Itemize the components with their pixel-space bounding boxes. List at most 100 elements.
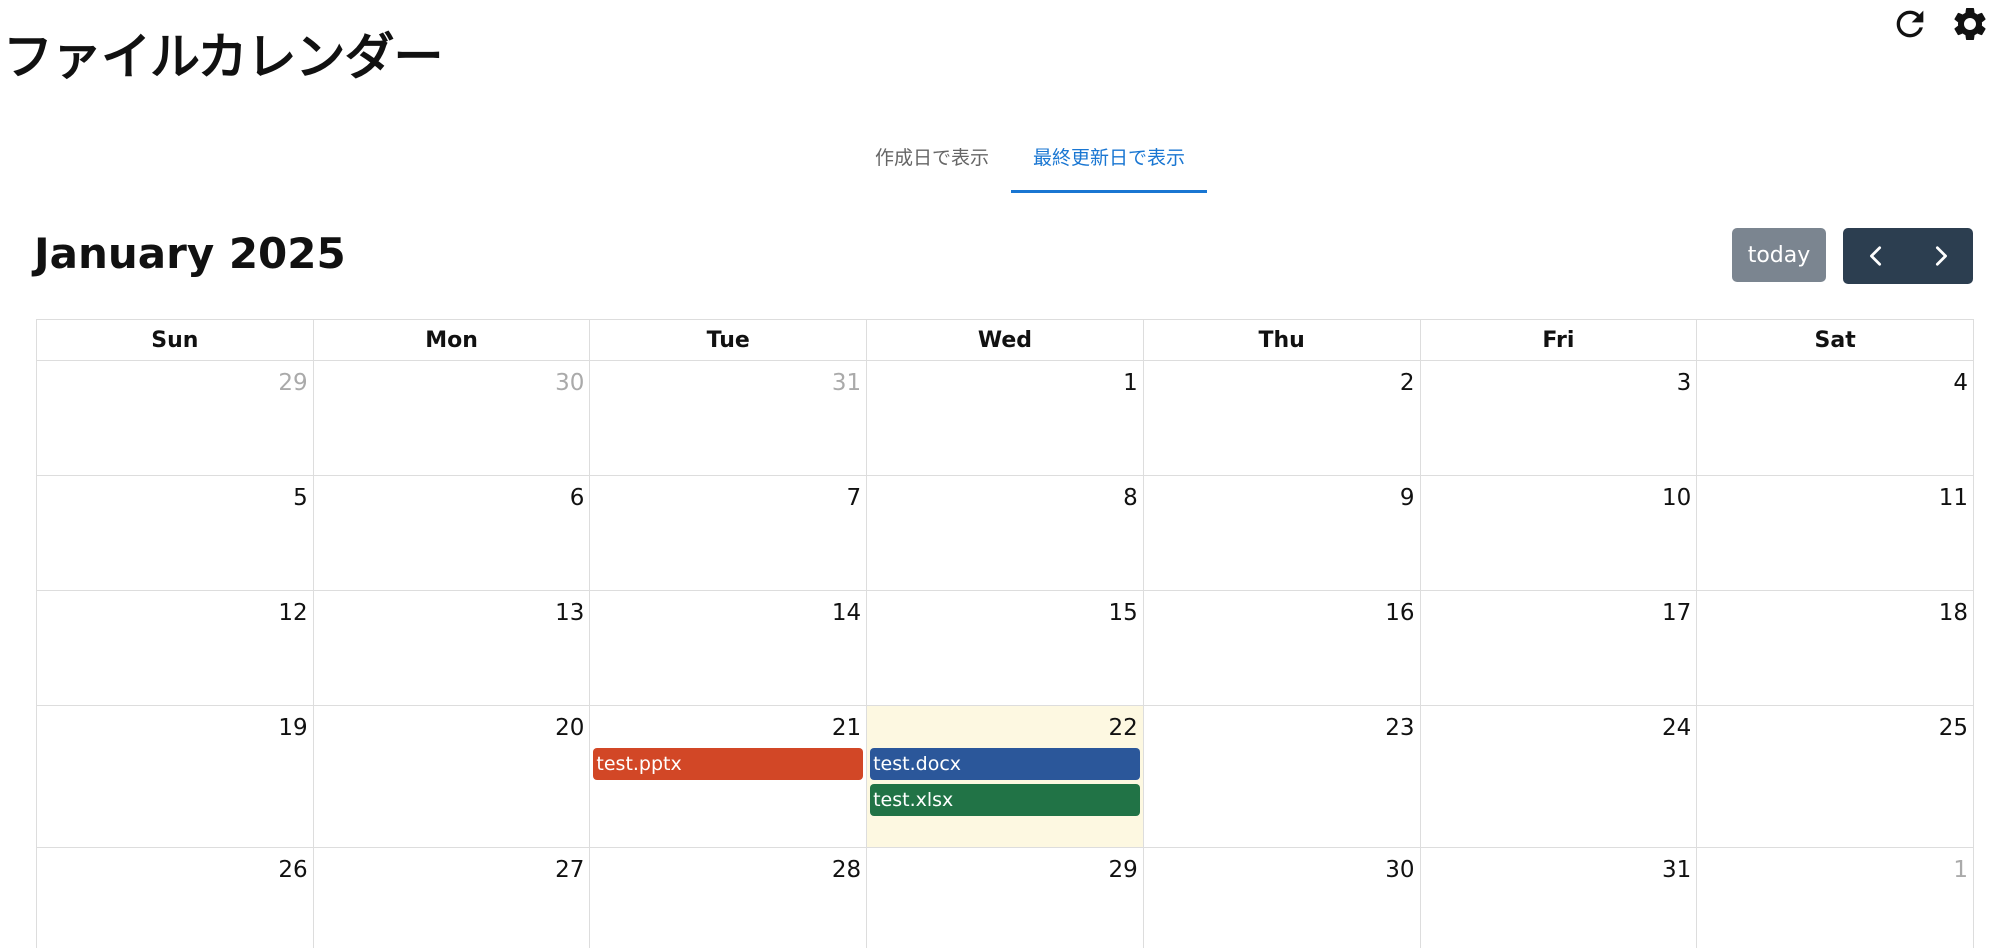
file-event[interactable]: test.pptx [593,748,864,780]
calendar-title: January 2025 [34,229,346,278]
day-number: 8 [1123,485,1138,511]
day-number: 4 [1953,370,1968,396]
day-cell[interactable]: 1 [1696,847,1974,948]
day-cell[interactable]: 9 [1142,475,1421,591]
weekday-header: Sun [36,319,314,361]
weekday-header: Wed [866,319,1144,361]
day-cell[interactable]: 6 [312,475,591,591]
week-row: 26 27 28 29 30 31 1 [36,847,1974,948]
day-number: 13 [555,600,585,626]
day-number: 27 [555,857,585,883]
next-month-button[interactable] [1908,228,1973,284]
file-event[interactable]: test.xlsx [870,784,1140,816]
day-cell[interactable]: 11 [1696,475,1974,591]
day-cell[interactable]: 17 [1419,590,1698,706]
week-row: 19 20 21 test.pptx 22 test.docx test.xlsx 23 24 2… [36,705,1974,848]
day-cell[interactable]: 7 [589,475,868,591]
weekday-header: Tue [589,319,868,361]
day-number: 31 [831,370,862,396]
day-cell[interactable]: 26 [36,847,314,948]
chevron-right-icon [1935,246,1947,266]
day-number: 25 [1938,715,1968,741]
day-cell[interactable]: 4 [1696,360,1974,476]
calendar-body: 29 30 31 1 2 3 4 5 6 7 8 9 10 11 12 13 14 15 16 17 18 19 20 21 t… [36,360,1974,948]
day-cell[interactable]: 5 [36,475,314,591]
day-cell[interactable]: 13 [312,590,591,706]
prev-month-button[interactable] [1843,228,1908,284]
day-number: 10 [1661,485,1692,511]
day-number: 20 [555,715,585,741]
day-number: 1 [1123,370,1138,396]
day-number: 29 [1108,857,1138,883]
day-cell[interactable]: 31 [589,360,868,476]
day-cell[interactable]: 15 [866,590,1144,706]
day-cell[interactable]: 24 [1419,705,1698,848]
day-number: 17 [1661,600,1692,626]
today-button[interactable]: today [1732,228,1826,282]
day-number: 23 [1385,715,1415,741]
file-event[interactable]: test.docx [870,748,1140,780]
day-cell[interactable]: 12 [36,590,314,706]
day-number: 21 [831,715,862,741]
day-number: 12 [278,600,308,626]
refresh-button[interactable] [1880,2,1940,46]
weekday-header: Fri [1419,319,1698,361]
day-number: 7 [846,485,862,511]
day-cell[interactable]: 14 [589,590,868,706]
weekday-header: Mon [312,319,591,361]
month-grid: Sun Mon Tue Wed Thu Fri Sat 29 30 31 1 2 3 4 5 6 7 8 9 10 1… [36,319,1974,948]
day-number: 2 [1399,370,1415,396]
day-cell[interactable]: 30 [312,360,591,476]
top-icons [1880,2,2000,46]
day-cell[interactable]: 8 [866,475,1144,591]
day-cell[interactable]: 25 [1696,705,1974,848]
day-cell[interactable]: 20 [312,705,591,848]
day-cell[interactable]: 16 [1142,590,1421,706]
day-cell[interactable]: 27 [312,847,591,948]
day-number: 22 [1108,715,1138,741]
tab-modified-date[interactable]: 最終更新日で表示 [1011,136,1208,193]
app-title: ファイルカレンダー [3,28,443,86]
day-cell[interactable]: 23 [1142,705,1421,848]
day-cell[interactable]: 31 [1419,847,1698,948]
day-number: 30 [555,370,585,396]
day-number: 31 [1661,857,1692,883]
day-cell[interactable]: 2 [1142,360,1421,476]
day-number: 28 [831,857,862,883]
day-number: 5 [293,485,308,511]
day-cell[interactable]: 29 [866,847,1144,948]
day-number: 29 [278,370,308,396]
day-cell-today[interactable]: 22 test.docx test.xlsx [866,705,1144,848]
week-row: 12 13 14 15 16 17 18 [36,590,1974,706]
calendar-toolbar: today [1732,228,1973,284]
refresh-icon [1896,10,1924,38]
day-number: 9 [1399,485,1415,511]
day-number: 24 [1661,715,1692,741]
day-cell[interactable]: 18 [1696,590,1974,706]
day-cell[interactable]: 21 test.pptx [589,705,868,848]
weekday-header: Thu [1142,319,1421,361]
day-number: 30 [1385,857,1415,883]
gear-icon [1954,7,1986,40]
nav-button-group [1843,228,1973,284]
day-cell[interactable]: 30 [1142,847,1421,948]
day-number: 1 [1953,857,1968,883]
day-cell[interactable]: 10 [1419,475,1698,591]
day-cell[interactable]: 19 [36,705,314,848]
day-number: 15 [1108,600,1138,626]
weekday-header-row: Sun Mon Tue Wed Thu Fri Sat [36,319,1974,361]
page: ファイルカレンダー 作成日で表示 最終更新日で表示 January 2025 t… [0,0,2000,948]
chevron-left-icon [1869,246,1881,266]
day-number: 18 [1938,600,1968,626]
weekday-header: Sat [1696,319,1974,361]
day-cell[interactable]: 29 [36,360,314,476]
day-number: 6 [569,485,585,511]
day-number: 3 [1676,370,1692,396]
day-cell[interactable]: 3 [1419,360,1698,476]
day-cell[interactable]: 28 [589,847,868,948]
view-tabs: 作成日で表示 最終更新日で表示 [0,136,2000,193]
tab-created-date[interactable]: 作成日で表示 [853,136,1011,193]
day-cell[interactable]: 1 [866,360,1144,476]
day-number: 14 [831,600,862,626]
settings-button[interactable] [1940,2,2000,46]
